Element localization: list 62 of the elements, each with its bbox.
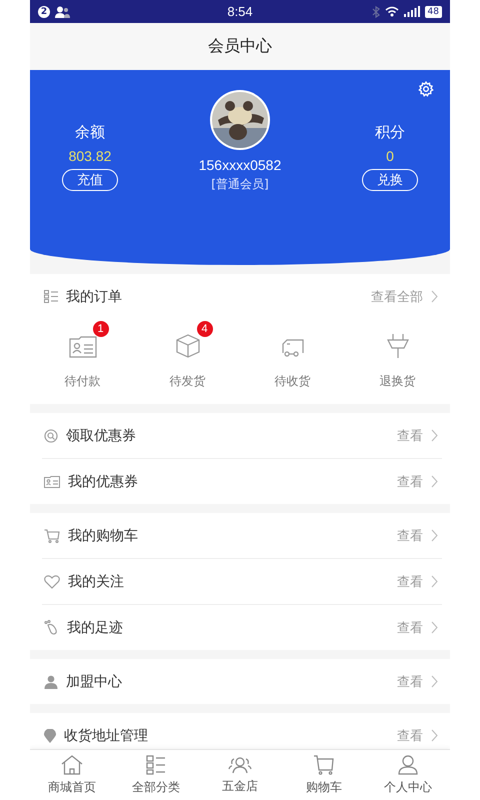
order-status-item[interactable]: 待收货: [252, 323, 332, 390]
category-icon: [146, 754, 166, 774]
signal-icon: [404, 6, 420, 17]
location-pin-icon: [44, 728, 56, 742]
order-status-item[interactable]: 退换货: [358, 323, 438, 390]
page-title: 会员中心: [208, 36, 272, 57]
orders-row[interactable]: 我的订单 查看全部: [30, 274, 450, 319]
menu-item[interactable]: 我的购物车 查看: [30, 513, 450, 558]
balance-label: 余额: [75, 122, 105, 142]
chevron-right-icon: [431, 290, 438, 303]
order-status-item[interactable]: 4 待发货: [148, 323, 228, 390]
count-badge: 1: [92, 321, 108, 337]
home-icon: [61, 754, 83, 774]
clock: 8:54: [227, 4, 253, 19]
card-icon: [44, 476, 60, 488]
cart-icon: [44, 528, 60, 542]
redeem-button[interactable]: 兑换: [362, 169, 418, 191]
menu-item[interactable]: 领取优惠券 查看: [30, 413, 450, 458]
chevron-right-icon: [431, 429, 438, 442]
tab[interactable]: 全部分类: [114, 750, 198, 800]
list-icon: [44, 290, 58, 303]
notification-count: 2: [38, 6, 50, 18]
chevron-right-icon: [431, 621, 438, 634]
menu-item[interactable]: 我的足迹 查看: [42, 604, 442, 650]
cart-icon: [313, 754, 335, 774]
heart-icon: [44, 574, 60, 588]
member-level: [普通会员]: [211, 176, 269, 193]
count-badge: 4: [196, 321, 212, 337]
points-label: 积分: [374, 122, 405, 142]
people-icon: [55, 6, 71, 18]
menu-item[interactable]: 收货地址管理 查看: [30, 713, 450, 749]
settings-icon[interactable]: [418, 81, 434, 97]
order-status-item[interactable]: 1 待付款: [42, 323, 122, 390]
id-card-icon: [68, 335, 96, 359]
box-icon: [174, 333, 200, 359]
wifi-icon: [384, 6, 399, 17]
chevron-right-icon: [431, 575, 438, 588]
chevron-right-icon: [431, 675, 438, 688]
tab[interactable]: 商城首页: [30, 750, 114, 800]
tab[interactable]: 购物车: [282, 750, 366, 800]
menu-item[interactable]: 我的关注 查看: [42, 558, 442, 604]
tab[interactable]: 五金店: [198, 750, 282, 800]
tab[interactable]: 个人中心: [366, 750, 450, 800]
orders-title: 我的订单: [66, 288, 123, 306]
recharge-button[interactable]: 充值: [62, 169, 118, 191]
people-icon: [228, 756, 252, 774]
points-value: 0: [386, 147, 394, 166]
chevron-right-icon: [431, 729, 438, 742]
balance-amount: 803.82: [68, 147, 112, 166]
phone-number: 156xxxx0582: [198, 157, 282, 173]
plug-icon: [386, 333, 410, 359]
person-icon: [398, 754, 418, 774]
menu-item[interactable]: 加盟中心 查看: [30, 659, 450, 704]
person-icon: [44, 674, 58, 688]
search-icon: [44, 428, 58, 442]
battery-level: 48: [424, 6, 442, 18]
chevron-right-icon: [431, 475, 438, 488]
menu-item[interactable]: 我的优惠券 查看: [42, 458, 442, 504]
view-all-link: 查看全部: [371, 288, 423, 306]
bluetooth-icon: [372, 6, 380, 18]
footprint-icon: [44, 620, 59, 635]
chevron-right-icon: [431, 529, 438, 542]
